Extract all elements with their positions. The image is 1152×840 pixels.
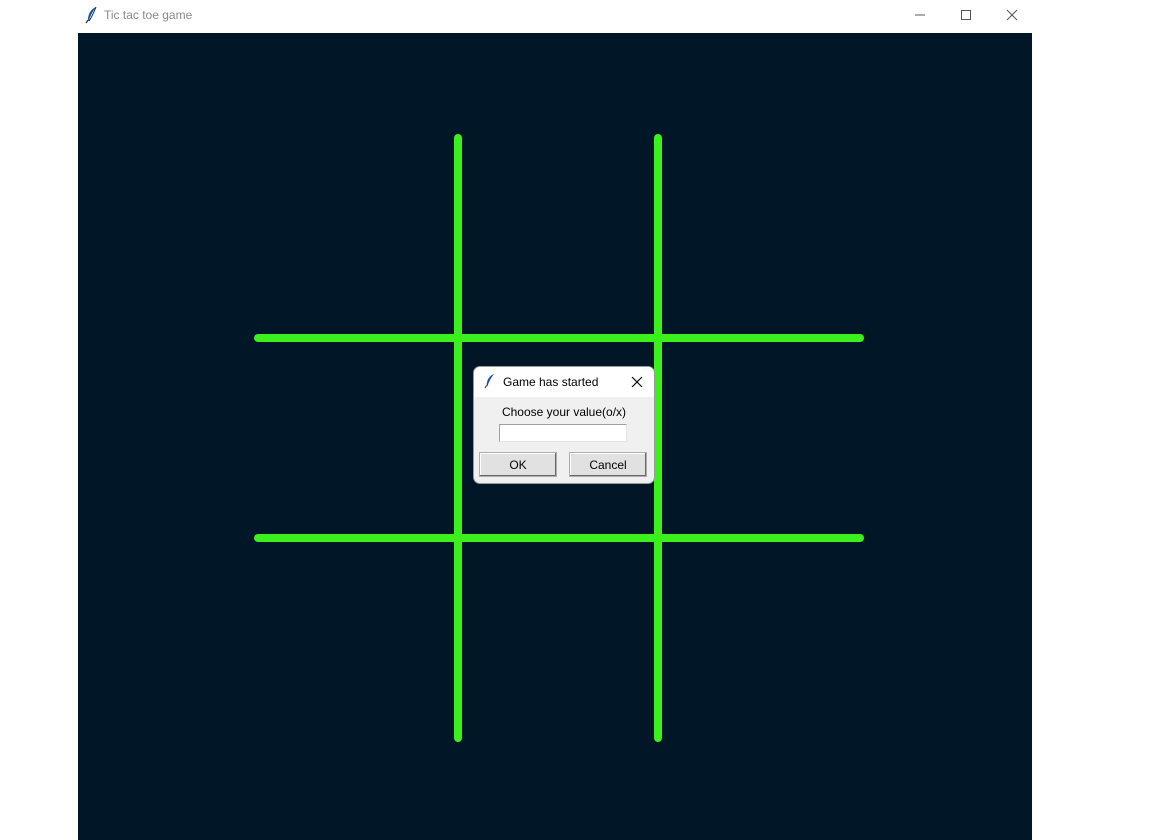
- feather-icon: [483, 373, 497, 389]
- minimize-button[interactable]: [897, 0, 943, 30]
- window-titlebar[interactable]: Tic tac toe game: [78, 0, 1032, 32]
- close-button[interactable]: [989, 0, 1035, 30]
- dialog-title: Game has started: [503, 375, 599, 389]
- maximize-icon: [961, 10, 971, 20]
- minimize-icon: [915, 14, 925, 16]
- feather-icon: [84, 6, 100, 24]
- dialog-close-button[interactable]: [624, 370, 650, 394]
- dialog-prompt: Choose your value(o/x): [501, 405, 627, 419]
- cancel-button[interactable]: Cancel: [569, 452, 647, 477]
- game-started-dialog: Game has started Choose your value(o/x) …: [474, 367, 654, 483]
- maximize-button[interactable]: [943, 0, 989, 30]
- window-title: Tic tac toe game: [104, 8, 193, 22]
- value-entry-field[interactable]: [499, 424, 627, 442]
- ok-button[interactable]: OK: [479, 452, 557, 477]
- dialog-titlebar[interactable]: Game has started: [474, 367, 654, 397]
- close-icon: [631, 376, 643, 388]
- close-icon: [1006, 9, 1018, 21]
